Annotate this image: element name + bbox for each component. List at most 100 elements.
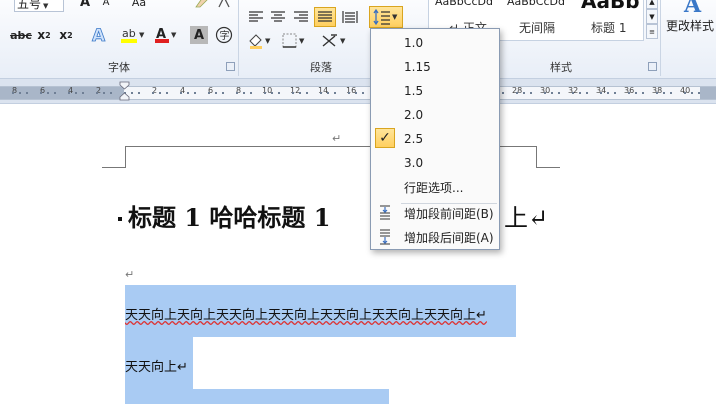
header-boundary — [536, 146, 537, 168]
enclose-characters-button[interactable]: 字 — [214, 26, 234, 44]
heading-1-tail[interactable]: 上↵ — [504, 198, 548, 233]
svg-text:▼: ▼ — [265, 37, 271, 45]
ruler-tick — [40, 92, 42, 94]
paragraph-mark: ↵ — [332, 132, 342, 145]
heading-1-text[interactable]: 标题 1 哈哈标题 1 — [128, 198, 330, 233]
horizontal-ruler[interactable]: 8 6 4 2 2 4 6 8 10 12 14 16 18 20 28 30 … — [0, 79, 716, 104]
ruler-tick — [264, 92, 266, 94]
ruler-tick — [684, 92, 686, 94]
ruler-tick — [348, 92, 350, 94]
font-color-button[interactable]: A ▼ — [152, 26, 180, 44]
subscript-button[interactable]: x2 — [34, 26, 54, 44]
body-paragraph-2[interactable]: 天天向上↵ — [125, 356, 188, 375]
gallery-scroll-up-icon[interactable]: ▲ — [646, 0, 658, 9]
change-styles-button[interactable]: 更改样式 — [664, 17, 716, 33]
text-effects-button[interactable]: A — [88, 26, 112, 44]
ruler-tick — [691, 92, 693, 94]
line-spacing-option-2.5[interactable]: ✓ 2.5 — [371, 127, 499, 151]
ruler-tick — [306, 92, 308, 94]
gallery-more-icon[interactable]: ≡ — [646, 24, 658, 39]
ruler-tick — [614, 92, 616, 94]
strikethrough-button[interactable]: abc — [10, 26, 32, 44]
ruler-tick — [96, 92, 98, 94]
style-name-no-spacing: 无间隔 — [519, 21, 556, 35]
ruler-tick — [299, 92, 301, 94]
ruler-tick — [334, 92, 336, 94]
body-paragraph-1[interactable]: 天天向上天向上天天向上天天向上天天向上天天向上天天向上↵ — [125, 304, 487, 323]
style-name-heading1: 标题 1 — [591, 21, 627, 35]
ruler-tick — [516, 92, 518, 94]
grow-font-button[interactable]: A — [74, 0, 96, 10]
svg-text:▼: ▼ — [139, 31, 145, 39]
align-right-button[interactable] — [291, 8, 311, 26]
ruler-tick — [544, 92, 546, 94]
ruler-track: 8 6 4 2 2 4 6 8 10 12 14 16 18 20 28 30 … — [0, 86, 716, 100]
menu-item-label: 1.15 — [404, 60, 431, 74]
borders-button[interactable]: ▼ — [280, 32, 308, 50]
line-spacing-button[interactable]: ▼ — [369, 6, 403, 28]
change-case-button[interactable]: Aa — [128, 0, 150, 10]
change-styles-icon[interactable]: A — [674, 0, 708, 16]
align-left-button[interactable] — [246, 8, 266, 26]
ruler-tick — [271, 92, 273, 94]
menu-item-label: 行距选项... — [404, 180, 464, 195]
ruler-tick — [635, 92, 637, 94]
body-text: 天天向上天向上天天向上天天向上天天向上天天向上天天向上↵ — [125, 308, 487, 323]
ruler-tick — [26, 92, 28, 94]
styles-group-label: 样式 — [550, 61, 572, 74]
ruler-tick — [670, 92, 672, 94]
ruler-tick — [47, 92, 49, 94]
ruler-tick — [243, 92, 245, 94]
ruler-tick — [215, 92, 217, 94]
add-space-before-item[interactable]: 增加段前间距(B) — [371, 201, 499, 225]
line-spacing-option-2.0[interactable]: 2.0 — [371, 103, 499, 127]
highlight-button[interactable]: ab ▼ — [118, 26, 146, 44]
header-boundary — [102, 167, 126, 168]
line-spacing-option-1.5[interactable]: 1.5 — [371, 79, 499, 103]
clear-format-icon[interactable] — [191, 0, 211, 10]
character-shading-button[interactable]: A — [190, 26, 208, 44]
ruler-tick — [159, 92, 161, 94]
superscript-button[interactable]: x2 — [56, 26, 76, 44]
ruler-tick — [12, 92, 14, 94]
ruler-tick — [320, 92, 322, 94]
menu-item-label: 2.5 — [404, 132, 424, 146]
menu-item-label: 增加段前间距(B) — [404, 206, 494, 221]
justify-button[interactable] — [314, 7, 336, 27]
ruler-right-margin — [700, 87, 716, 99]
ruler-tick — [600, 92, 602, 94]
ruler-tick — [222, 92, 224, 94]
shrink-font-button[interactable]: A — [96, 0, 116, 10]
ruler-tick — [355, 92, 357, 94]
style-preview-heading1: AaBb — [581, 0, 640, 13]
chinese-layout-button[interactable]: ▼ — [320, 32, 350, 50]
font-dialog-launcher-icon[interactable] — [226, 62, 235, 71]
shading-button[interactable]: ▼ — [246, 32, 274, 50]
ruler-tick — [208, 92, 210, 94]
document-page[interactable]: ↵ 标题 1 哈哈标题 1 上↵ ↵ 天天向上天向上天天向上天天向上天天向上天天… — [0, 104, 716, 404]
distribute-button[interactable] — [340, 8, 360, 26]
svg-text:A: A — [92, 26, 106, 44]
ruler-tick — [278, 92, 280, 94]
svg-text:字: 字 — [220, 29, 230, 42]
ruler-tick — [642, 92, 644, 94]
ruler-tick — [68, 92, 70, 94]
ruler-tick — [628, 92, 630, 94]
font-size-combo[interactable]: 五号 ▼ — [14, 0, 64, 12]
align-center-button[interactable] — [268, 8, 288, 26]
ruler-tick — [54, 92, 56, 94]
add-space-after-item[interactable]: 增加段后间距(A) — [371, 225, 499, 249]
indent-marker-icon[interactable] — [119, 81, 130, 101]
body-text: 天天向上↵ — [125, 360, 188, 375]
ruler-tick — [523, 92, 525, 94]
ruler-tick — [75, 92, 77, 94]
line-spacing-option-1.15[interactable]: 1.15 — [371, 55, 499, 79]
checkmark-icon: ✓ — [375, 128, 395, 148]
line-spacing-options-item[interactable]: 行距选项... — [371, 175, 499, 199]
styles-dialog-launcher-icon[interactable] — [648, 62, 657, 71]
menu-item-label: 1.5 — [404, 84, 424, 98]
phonetic-guide-button[interactable] — [214, 0, 234, 10]
gallery-scroll-down-icon[interactable]: ▼ — [646, 9, 658, 24]
line-spacing-option-3.0[interactable]: 3.0 — [371, 151, 499, 175]
line-spacing-option-1.0[interactable]: 1.0 — [371, 31, 499, 55]
